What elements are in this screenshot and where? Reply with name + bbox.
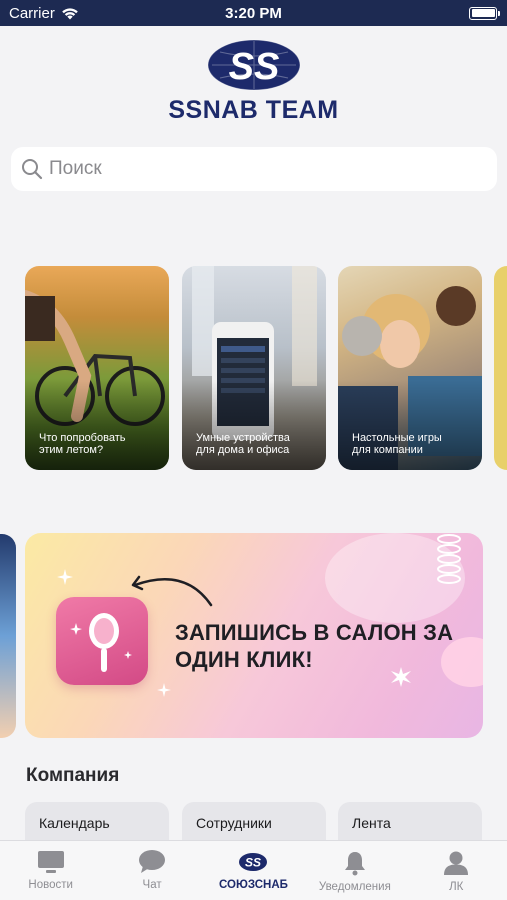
story-label: Умные устройства для дома и офиса — [196, 432, 290, 456]
section-title-company: Компания — [26, 765, 120, 786]
sparkle-icon — [57, 569, 73, 585]
ssnab-globe-logo-icon: SS — [207, 39, 300, 91]
tab-chat[interactable]: Чат — [102, 850, 202, 891]
company-card-label: Лента — [352, 815, 391, 831]
status-bar: Carrier 3:20 PM — [0, 0, 507, 26]
tab-profile[interactable]: ЛК — [406, 850, 506, 893]
sparkle-icon — [157, 683, 171, 697]
logo-text: SSNAB TEAM — [168, 96, 339, 124]
search-icon — [22, 159, 43, 180]
tab-label: ЛК — [449, 881, 464, 893]
stories-carousel[interactable]: Что попробовать этим летом? Умные устрой… — [0, 266, 507, 470]
promo-banner-salon[interactable]: ЗАПИШИСЬ В САЛОН ЗА ОДИН КЛИК! — [25, 533, 483, 738]
company-card-label: Сотрудники — [196, 815, 272, 831]
app-logo: SS SSNAB TEAM — [0, 38, 507, 125]
spiral-decoration-icon — [437, 534, 461, 584]
story-card-smart-devices[interactable]: Умные устройства для дома и офиса — [182, 266, 326, 470]
story-label: Настольные игры для компании — [352, 432, 442, 456]
bell-icon — [344, 852, 365, 876]
soyuzsnab-logo-icon: SS — [239, 853, 268, 871]
search-input[interactable]: Поиск — [11, 147, 497, 191]
banner-title: ЗАПИШИСЬ В САЛОН ЗА ОДИН КЛИК! — [175, 620, 454, 672]
news-icon — [37, 851, 64, 873]
svg-text:SS: SS — [228, 46, 279, 88]
status-time: 3:20 PM — [225, 4, 282, 22]
banner-partial-previous[interactable] — [0, 534, 16, 738]
tab-news[interactable]: Новости — [1, 850, 101, 891]
tab-bar: Новости Чат SS СОЮЗСНАБ Уведомления ЛК — [0, 840, 507, 900]
tab-soyuzsnab[interactable]: SS СОЮЗСНАБ — [203, 850, 303, 891]
tab-label: Новости — [28, 879, 73, 891]
tab-notifications[interactable]: Уведомления — [305, 850, 405, 893]
svg-text:SS: SS — [245, 856, 261, 870]
salon-app-icon — [56, 597, 148, 685]
battery-icon — [469, 6, 500, 20]
wifi-icon — [62, 7, 78, 19]
hand-mirror-icon — [70, 613, 132, 672]
company-card-label: Календарь — [39, 815, 110, 831]
story-card-partial[interactable] — [494, 266, 507, 470]
tab-label: СОЮЗСНАБ — [219, 879, 288, 891]
story-card-summer[interactable]: Что попробовать этим летом? — [25, 266, 169, 470]
tab-label: Чат — [142, 879, 162, 891]
chat-icon — [139, 850, 166, 873]
status-left: Carrier — [9, 5, 79, 22]
story-label: Что попробовать этим летом? — [39, 432, 126, 456]
profile-icon — [444, 851, 469, 875]
story-card-board-games[interactable]: Настольные игры для компании — [338, 266, 482, 470]
carrier-label: Carrier — [9, 4, 55, 22]
tab-label: Уведомления — [318, 881, 391, 893]
search-placeholder: Поиск — [49, 158, 102, 179]
